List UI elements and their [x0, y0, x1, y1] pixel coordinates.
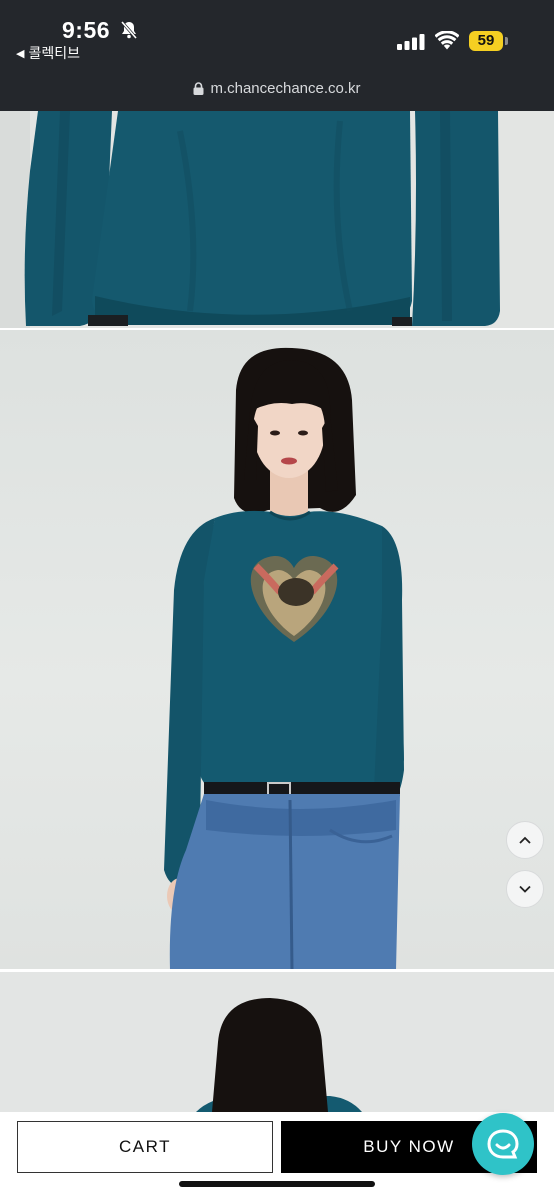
signal-icon — [397, 34, 425, 50]
lock-icon — [193, 82, 204, 95]
browser-top-bar: 9:56 ◀ 콜렉티브 59 m.chancechance.co.kr — [0, 0, 554, 111]
chat-button[interactable] — [472, 1113, 534, 1175]
back-triangle-icon: ◀ — [16, 46, 25, 60]
scroll-down-button[interactable] — [506, 870, 544, 908]
image-separator — [0, 969, 554, 971]
model-back-illustration — [0, 972, 554, 1112]
address-bar[interactable]: m.chancechance.co.kr — [0, 80, 554, 97]
product-image-model-back — [0, 972, 554, 1112]
battery-nub — [505, 37, 508, 45]
battery-icon: 59 — [469, 31, 503, 51]
closeup-illustration — [0, 111, 554, 329]
chevron-down-icon — [519, 885, 531, 893]
product-image-closeup — [0, 111, 554, 329]
wifi-icon — [435, 31, 459, 50]
model-front-illustration — [164, 347, 404, 970]
status-time: 9:56 — [62, 17, 111, 43]
home-indicator — [179, 1181, 375, 1187]
back-app-label: 콜렉티브 — [28, 46, 80, 62]
bell-slash-icon — [120, 21, 138, 39]
chevron-up-icon — [519, 836, 531, 844]
back-to-app-link[interactable]: ◀ 콜렉티브 — [16, 43, 80, 63]
chat-bubble-icon — [487, 1129, 519, 1159]
cart-button[interactable]: CART — [17, 1121, 273, 1173]
url-text: m.chancechance.co.kr — [210, 80, 361, 97]
scroll-up-button[interactable] — [506, 821, 544, 859]
product-image-model-front — [0, 330, 554, 970]
